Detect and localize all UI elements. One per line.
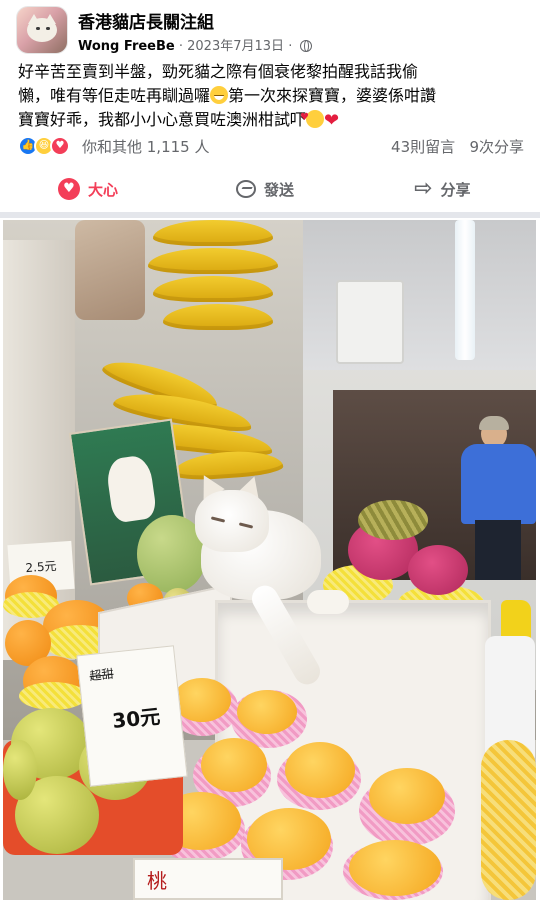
price-tag-main-top: 超甜 — [88, 666, 115, 684]
durian — [358, 500, 428, 540]
photo-cat-paw — [307, 590, 349, 614]
card-cat — [104, 454, 158, 524]
peach — [349, 840, 441, 896]
send-button-label: 發送 — [264, 180, 295, 199]
avatar[interactable] — [16, 6, 68, 54]
meta-separator: · — [288, 39, 293, 54]
send-icon — [236, 180, 256, 198]
person-cap — [479, 416, 509, 430]
post-text: 好辛苦至賣到半盤，勁死貓之際有個衰佬黎拍醒我話我偷 懶，唯有等佢走咗再瞓過囉 第一… — [18, 60, 524, 133]
green-plum — [3, 740, 37, 800]
avatar-cat-face — [27, 18, 57, 42]
post-line-part: 懶，唯有等佢走咗再瞓過囉 — [18, 86, 211, 105]
post-line: 寶寶好乖，我都小小心意買咗澳洲柑試吓 ❤ — [18, 106, 524, 133]
post-line: 好辛苦至賣到半盤，勁死貓之際有個衰佬黎拍醒我話我偷 — [18, 62, 419, 81]
post-line: 懶，唯有等佢走咗再瞓過囉 第一次來探寶寶，婆婆係咁讚 — [18, 84, 524, 108]
comment-count[interactable]: 43則留言 — [391, 138, 455, 156]
share-button[interactable]: ⇨ 分享 — [414, 170, 470, 208]
love-button-label: 大心 — [88, 180, 119, 199]
share-icon: ⇨ — [414, 176, 433, 201]
photo-netted-fruit-right — [481, 740, 536, 900]
love-reaction-icon: ♥ — [50, 136, 70, 156]
smiling-hearts-emoji-icon — [300, 106, 325, 130]
post-line-part: 第一次來探寶寶，婆婆係咁讚 — [228, 86, 437, 105]
love-button[interactable]: ♥ 大心 — [58, 170, 118, 208]
page-name[interactable]: 香港貓店長關注組 — [78, 8, 214, 33]
reaction-count[interactable]: 你和其他 1,115 人 — [82, 136, 209, 157]
peach — [285, 742, 355, 798]
dragon-fruit — [408, 545, 468, 595]
post-date[interactable]: 2023年7月13日 — [187, 39, 284, 54]
red-heart-emoji-icon: ❤ — [324, 110, 340, 131]
peach — [369, 768, 445, 824]
post-photo[interactable]: 2.5元 超甜 30元 桃 — [3, 220, 536, 900]
person-body — [461, 444, 536, 524]
post-header: 香港貓店長關注組 Wong FreeBe · 2023年7月13日 · — [0, 0, 540, 58]
heart-icon: ♥ — [58, 178, 80, 200]
price-tag-main-price: 30元 — [111, 704, 162, 734]
globe-icon — [300, 40, 313, 52]
share-button-label: 分享 — [440, 180, 471, 199]
avatar-cat-eye — [46, 27, 50, 30]
spray-cap — [501, 600, 531, 640]
price-tag-main: 超甜 30元 — [76, 645, 188, 787]
reaction-icons[interactable]: 👍 😆 ♥ — [18, 136, 78, 156]
orange-net — [19, 682, 87, 710]
photo-hanging-bag — [75, 220, 145, 320]
photo-bottom-sign: 桃 — [133, 858, 283, 900]
photo-cat-head — [195, 490, 269, 552]
photo-air-conditioner — [336, 280, 404, 364]
grin-sweat-emoji-icon — [210, 86, 229, 104]
post-meta: Wong FreeBe · 2023年7月13日 · — [78, 35, 313, 54]
peach — [173, 678, 231, 722]
photo-spray-bottle — [481, 600, 536, 760]
peach — [201, 738, 267, 792]
photo-light-tube — [455, 220, 475, 360]
post-stats: 43則留言 9次分享 — [391, 136, 524, 157]
avatar-cat-eye — [36, 27, 40, 30]
reactions-bar: 👍 😆 ♥ 你和其他 1,115 人 43則留言 9次分享 — [18, 134, 524, 158]
action-bar: ♥ 大心 發送 ⇨ 分享 — [0, 170, 540, 208]
share-count[interactable]: 9次分享 — [469, 138, 524, 156]
section-divider — [0, 212, 540, 218]
peach — [237, 690, 297, 734]
post-line-part: 寶寶好乖，我都小小心意買咗澳洲柑試吓 — [18, 110, 307, 129]
author-name[interactable]: Wong FreeBe — [78, 39, 175, 54]
photo-person — [461, 416, 536, 580]
send-button[interactable]: 發送 — [236, 170, 294, 208]
person-legs — [475, 520, 521, 580]
meta-separator: · — [178, 39, 183, 54]
